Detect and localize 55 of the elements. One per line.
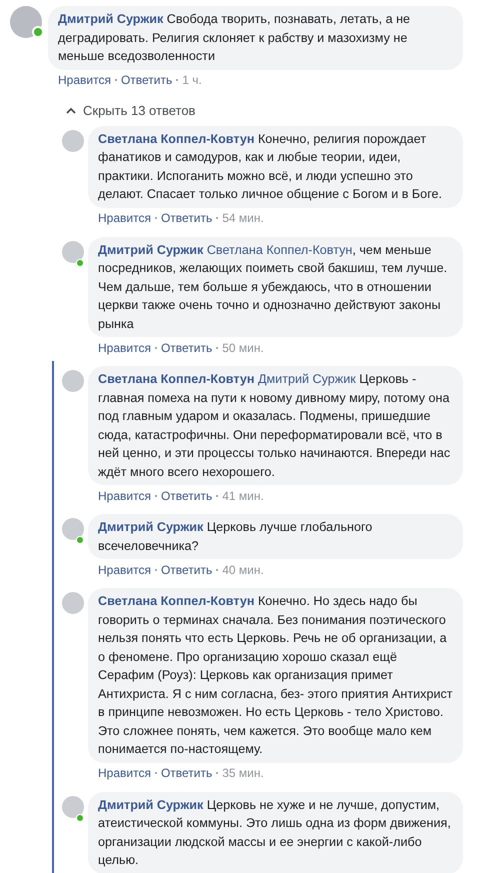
action-link[interactable]: Нравится [98, 340, 151, 354]
comment-time: 35 мин. [222, 766, 264, 780]
action-link[interactable]: Нравится [98, 562, 151, 576]
action-link[interactable]: Нравится [98, 488, 151, 502]
separator-dot [216, 772, 218, 774]
author-link[interactable]: Светлана Коппел-Ковтун [98, 132, 254, 146]
avatar-photo-placeholder[interactable] [10, 6, 42, 38]
comment-time: 50 мин. [222, 340, 264, 354]
mention-link[interactable]: Дмитрий Суржик [258, 372, 356, 386]
comment-text: Дмитрий Суржик Церковь лучше глобального всечеловечника? [98, 519, 374, 554]
comment-text: Дмитрий Суржик Церковь не хуже и не лучше, допустим, атеистической коммуны. Это лишь одна из форм движения, организации людской массы и ее энергии с какой-либо целью. [98, 796, 452, 869]
author-link[interactable]: Светлана Коппел-Ковтун [98, 594, 254, 608]
mention-link[interactable]: Светлана Коппел-Ковтун [206, 242, 352, 256]
avatar-placeholder[interactable] [62, 370, 84, 392]
comment-text: Дмитрий Суржик Свобода творить, познавать, летать, а не деградировать. Религия склоняет к рабству и мазохизму не меньше вседозволенности [58, 11, 412, 65]
action-link[interactable]: Ответить [120, 73, 172, 87]
avatar-placeholder[interactable] [62, 592, 84, 614]
separator-dot [216, 346, 218, 348]
separator-dot [216, 568, 218, 570]
author-link[interactable]: Дмитрий Суржик [98, 520, 204, 534]
comment-time: 1 ч. [182, 73, 202, 87]
avatar-placeholder[interactable] [62, 796, 84, 818]
comment-time: 54 мин. [222, 211, 264, 225]
avatar-placeholder[interactable] [62, 518, 84, 540]
author-link[interactable]: Светлана Коппел-Ковтун [98, 372, 254, 386]
avatar-placeholder[interactable] [62, 130, 84, 152]
separator-dot [216, 494, 218, 496]
action-link[interactable]: Нравится [98, 766, 151, 780]
separator-dot [176, 79, 178, 81]
separator-dot [154, 772, 157, 774]
separator-dot [114, 79, 117, 81]
action-link[interactable]: Нравится [98, 211, 151, 225]
separator-dot [154, 346, 157, 348]
comment-text: Дмитрий Суржик Светлана Коппел-Ковтун, чем меньше посредников, желающих поиметь свой бакшиш, тем лучше. Чем дальше, тем больше я убеждаюсь, что в отношении церкви также очень точно и однозначно действуют законы рынка [98, 242, 448, 333]
separator-dot [154, 568, 157, 570]
action-link[interactable]: Ответить [160, 766, 212, 780]
comment-text: Светлана Коппел-Ковтун Дмитрий Суржик Церковь - главная помеха на пути к новому дивному миру, потому она под главным ударом и оказалась. Подмены, пришедшие сюда, катастрофичны. Они переформатировали всё, что в ней ценно, и эти процессы только начинаются. Впереди нас ждёт много всего нехорошего. [98, 371, 452, 481]
author-link[interactable]: Дмитрий Суржик [58, 12, 164, 26]
action-link[interactable]: Ответить [160, 562, 212, 576]
comment-text: Светлана Коппел-Ковтун Конечно, религия порождает фанатиков и самодуров, как и любые теории, идеи, практики. Испоганить можно всё, и люди успешно это делают. Спасает только личное общение с Богом и в Боге. [98, 130, 444, 203]
separator-dot [154, 217, 157, 219]
avatar-placeholder[interactable] [62, 240, 84, 262]
action-link[interactable]: Ответить [160, 488, 212, 502]
chevron-icon [66, 106, 76, 114]
hide-replies-button[interactable]: Скрыть 13 ответов [66, 102, 196, 118]
comment-text: Светлана Коппел-Ковтун Конечно. Но здесь надо бы говорить о терминах сначала. Без понимания поэтического нельзя понять что есть Церковь. Речь не об организации, а о феномене. Про организацию хорошо сказал ещё Серафим (Роуз): Церковь как организация примет Антихриста. Я с ним согласна, без- этого приятия Антихрист в принципе невозможен. Но есть Церковь - тело Христово. Это сложнее понять, чем кажется. Это вообще мало кем понимается по-настоящему. [98, 593, 453, 758]
comment-time: 40 мин. [222, 562, 264, 576]
action-link[interactable]: Ответить [160, 211, 212, 225]
separator-dot [216, 217, 218, 219]
author-link[interactable]: Дмитрий Суржик [98, 242, 204, 256]
action-link[interactable]: Ответить [160, 340, 212, 354]
comment-time: 41 мин. [222, 488, 264, 502]
author-link[interactable]: Дмитрий Суржик [98, 798, 204, 812]
separator-dot [154, 494, 157, 496]
action-link[interactable]: Нравится [58, 73, 111, 87]
